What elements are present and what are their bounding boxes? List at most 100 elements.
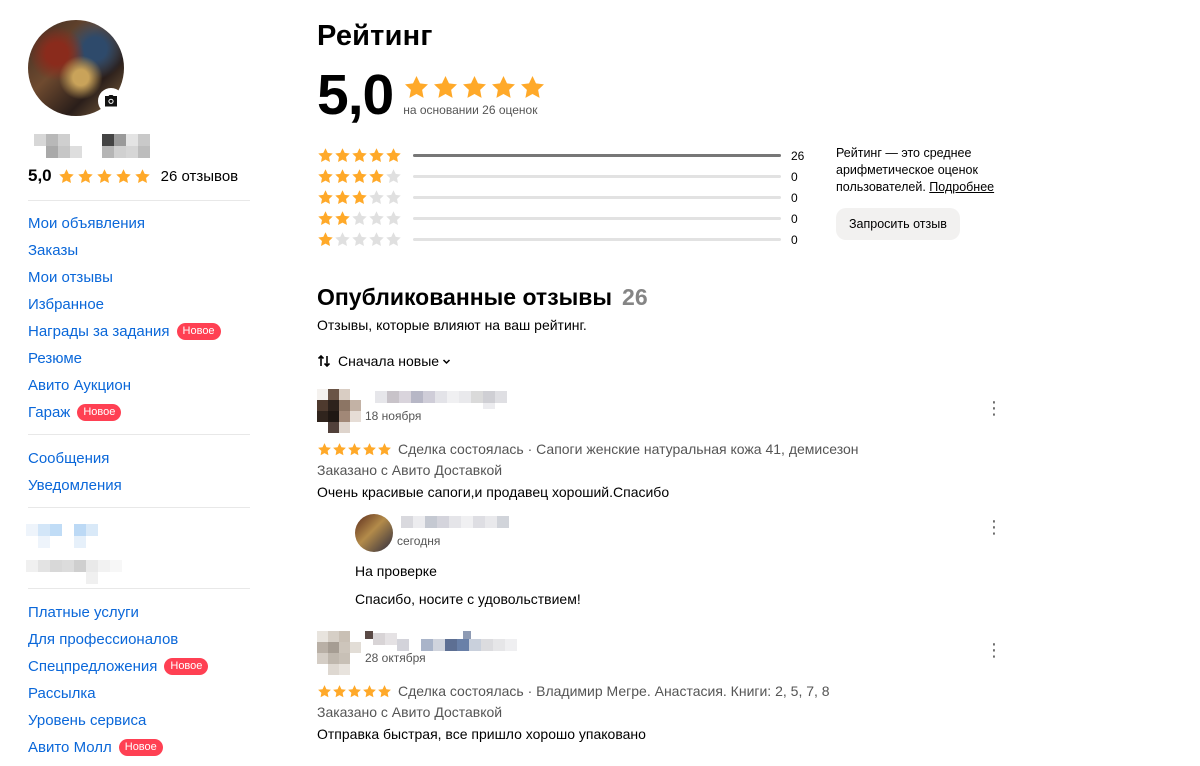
sidebar-link[interactable]: Уведомления (28, 477, 122, 494)
star-icon (335, 211, 350, 226)
star-icon (405, 75, 429, 98)
sidebar-link[interactable]: Заказы (28, 242, 78, 259)
rating-distribution-block: 26 0 0 0 0 Рейтинг — это среднее арифметичес… (317, 145, 1017, 250)
review-item: 18 ноября ⋮ Сделка состоялась · Сапоги ж… (317, 389, 1017, 607)
reply-author-name-blurred[interactable] (397, 514, 547, 534)
sidebar-link[interactable]: Авито Аукцион (28, 377, 131, 394)
star-icon (386, 190, 401, 205)
divider (28, 507, 250, 508)
profile-name-blurred (28, 132, 158, 160)
request-review-button[interactable]: Запросить отзыв (836, 208, 960, 240)
distribution-count: 0 (791, 211, 798, 226)
distribution-stars (317, 168, 413, 185)
new-badge: Новое (164, 658, 209, 675)
more-options-icon[interactable]: ⋮ (985, 399, 1003, 417)
rating-big-stars (403, 74, 548, 101)
star-icon (363, 442, 376, 455)
sidebar-item: Мои объявления (28, 210, 250, 237)
more-options-icon[interactable]: ⋮ (985, 518, 1003, 536)
divider (28, 588, 250, 589)
review-deal: Сделка состоялась · Владимир Мегре. Анас… (398, 683, 830, 699)
new-badge: Новое (118, 739, 163, 756)
sidebar-item: Гараж Новое (28, 399, 250, 426)
rating-summary: 5,0 на основании 26 оценок (317, 63, 1017, 127)
sidebar-item: Для профессионалов (28, 626, 250, 653)
star-icon (318, 211, 333, 226)
rating-distribution: 26 0 0 0 0 (317, 145, 817, 250)
rating-big-value: 5,0 (317, 63, 394, 127)
distribution-row: 0 (317, 208, 817, 229)
sidebar-link[interactable]: Авито Молл (28, 739, 112, 756)
distribution-bar-fill (413, 154, 781, 157)
star-icon (318, 442, 331, 455)
star-icon (352, 148, 367, 163)
star-icon (348, 684, 361, 697)
review-stars (317, 442, 392, 457)
distribution-row: 0 (317, 166, 817, 187)
review-item: 28 октября ⋮ Сделка состоялась · Владими… (317, 631, 1017, 742)
profile-rating-stars (58, 168, 153, 185)
sidebar-link[interactable]: Рассылка (28, 685, 96, 702)
review-text: Очень красивые сапоги,и продавец хороший… (317, 484, 670, 500)
star-icon (463, 75, 487, 98)
distribution-count: 0 (791, 232, 798, 247)
star-icon (386, 232, 401, 247)
review-author-avatar[interactable] (317, 389, 361, 433)
review-author-avatar[interactable] (317, 631, 361, 675)
distribution-row: 26 (317, 145, 817, 166)
rating-info-link[interactable]: Подробнее (929, 180, 994, 194)
star-icon (115, 168, 131, 183)
star-icon (369, 211, 384, 226)
star-icon (492, 75, 516, 98)
star-icon (318, 232, 333, 247)
profile-reviews-count[interactable]: 26 отзывов (161, 168, 239, 185)
star-icon (96, 168, 112, 183)
sidebar-item: Уровень сервиса (28, 707, 250, 734)
sidebar-link[interactable]: Гараж (28, 404, 70, 421)
sidebar-link[interactable]: Уровень сервиса (28, 712, 146, 729)
sidebar-item-blurred[interactable] (26, 520, 250, 548)
sidebar-item: Награды за задания Новое (28, 318, 250, 345)
sidebar-link[interactable]: Сообщения (28, 450, 109, 467)
sidebar-item: Платные услуги (28, 599, 250, 626)
sidebar-link[interactable]: Мои объявления (28, 215, 145, 232)
star-icon (386, 169, 401, 184)
more-options-icon[interactable]: ⋮ (985, 641, 1003, 659)
distribution-bar (413, 196, 781, 199)
review-author-name-blurred[interactable] (365, 631, 525, 651)
star-icon (352, 232, 367, 247)
star-icon (369, 232, 384, 247)
star-icon (369, 148, 384, 163)
distribution-row: 0 (317, 229, 817, 250)
sidebar-item: Уведомления (28, 472, 250, 499)
camera-icon[interactable] (98, 88, 124, 114)
reply-author-avatar[interactable] (355, 514, 393, 552)
sidebar-link[interactable]: Платные услуги (28, 604, 139, 621)
review-reply: сегодня ⋮ На проверке Спасибо, носите с … (355, 514, 1017, 607)
review-author-name-blurred[interactable] (365, 389, 515, 409)
sidebar-link[interactable]: Мои отзывы (28, 269, 113, 286)
star-icon (77, 168, 93, 183)
sidebar-link[interactable]: Спецпредложения (28, 658, 157, 675)
star-icon (318, 169, 333, 184)
star-icon (363, 684, 376, 697)
star-icon (335, 232, 350, 247)
new-badge: Новое (77, 404, 122, 421)
published-reviews-title: Опубликованные отзывы 26 (317, 284, 1017, 311)
star-icon (333, 684, 346, 697)
sidebar-item-blurred[interactable] (26, 556, 250, 584)
star-icon (335, 169, 350, 184)
star-icon (386, 148, 401, 163)
new-badge: Новое (176, 323, 221, 340)
profile-rating-line: 5,0 26 отзывов (28, 166, 250, 186)
sidebar-link[interactable]: Награды за задания (28, 323, 170, 340)
sidebar-link[interactable]: Резюме (28, 350, 82, 367)
profile-rating-value: 5,0 (28, 166, 52, 185)
distribution-bar (413, 175, 781, 178)
star-icon (369, 190, 384, 205)
distribution-count: 26 (791, 148, 805, 163)
published-title-text: Опубликованные отзывы (317, 284, 613, 310)
sort-dropdown[interactable]: Сначала новые (317, 353, 1017, 369)
sidebar-link[interactable]: Избранное (28, 296, 104, 313)
sidebar-link[interactable]: Для профессионалов (28, 631, 178, 648)
